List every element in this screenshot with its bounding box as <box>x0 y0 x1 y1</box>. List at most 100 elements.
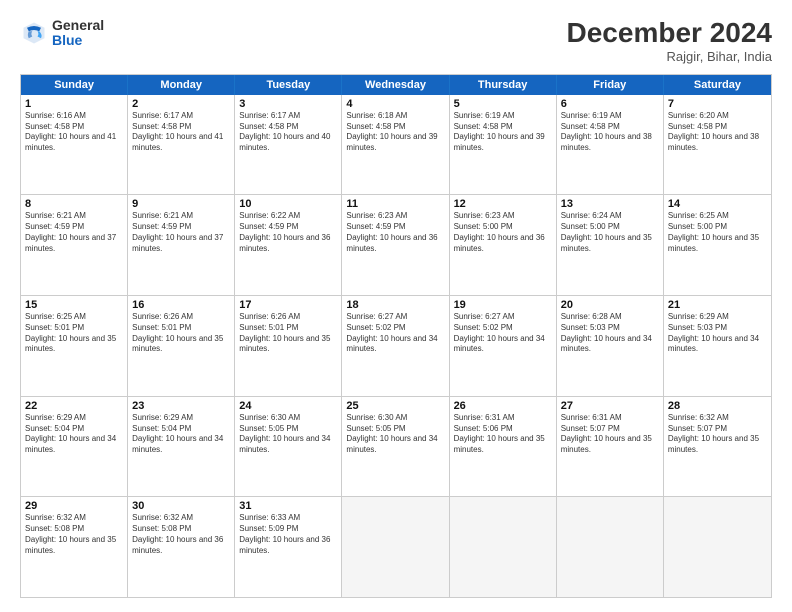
table-row: 16Sunrise: 6:26 AMSunset: 5:01 PMDayligh… <box>128 296 235 396</box>
day-number: 24 <box>239 400 337 412</box>
table-row: 5Sunrise: 6:19 AMSunset: 4:58 PMDaylight… <box>450 95 557 195</box>
day-number: 6 <box>561 98 659 110</box>
table-row: 14Sunrise: 6:25 AMSunset: 5:00 PMDayligh… <box>664 195 771 295</box>
day-number: 11 <box>346 198 444 210</box>
day-info: Sunrise: 6:27 AMSunset: 5:02 PMDaylight:… <box>346 312 444 355</box>
table-row: 25Sunrise: 6:30 AMSunset: 5:05 PMDayligh… <box>342 397 449 497</box>
day-number: 2 <box>132 98 230 110</box>
day-info: Sunrise: 6:26 AMSunset: 5:01 PMDaylight:… <box>132 312 230 355</box>
week-row-3: 15Sunrise: 6:25 AMSunset: 5:01 PMDayligh… <box>21 295 771 396</box>
table-row: 30Sunrise: 6:32 AMSunset: 5:08 PMDayligh… <box>128 497 235 597</box>
logo: General Blue <box>20 18 104 49</box>
location-subtitle: Rajgir, Bihar, India <box>567 49 772 64</box>
day-info: Sunrise: 6:30 AMSunset: 5:05 PMDaylight:… <box>346 413 444 456</box>
table-row: 11Sunrise: 6:23 AMSunset: 4:59 PMDayligh… <box>342 195 449 295</box>
day-number: 28 <box>668 400 767 412</box>
day-info: Sunrise: 6:33 AMSunset: 5:09 PMDaylight:… <box>239 513 337 556</box>
day-info: Sunrise: 6:31 AMSunset: 5:06 PMDaylight:… <box>454 413 552 456</box>
day-number: 22 <box>25 400 123 412</box>
day-number: 12 <box>454 198 552 210</box>
day-number: 10 <box>239 198 337 210</box>
day-info: Sunrise: 6:20 AMSunset: 4:58 PMDaylight:… <box>668 111 767 154</box>
header-wednesday: Wednesday <box>342 75 449 95</box>
day-number: 4 <box>346 98 444 110</box>
day-number: 30 <box>132 500 230 512</box>
day-info: Sunrise: 6:26 AMSunset: 5:01 PMDaylight:… <box>239 312 337 355</box>
day-number: 17 <box>239 299 337 311</box>
day-number: 1 <box>25 98 123 110</box>
day-number: 23 <box>132 400 230 412</box>
week-row-2: 8Sunrise: 6:21 AMSunset: 4:59 PMDaylight… <box>21 194 771 295</box>
day-info: Sunrise: 6:19 AMSunset: 4:58 PMDaylight:… <box>454 111 552 154</box>
day-info: Sunrise: 6:32 AMSunset: 5:07 PMDaylight:… <box>668 413 767 456</box>
day-info: Sunrise: 6:32 AMSunset: 5:08 PMDaylight:… <box>25 513 123 556</box>
title-block: December 2024 Rajgir, Bihar, India <box>567 18 772 64</box>
day-info: Sunrise: 6:28 AMSunset: 5:03 PMDaylight:… <box>561 312 659 355</box>
day-number: 3 <box>239 98 337 110</box>
logo-blue: Blue <box>52 33 104 48</box>
day-number: 19 <box>454 299 552 311</box>
header: General Blue December 2024 Rajgir, Bihar… <box>20 18 772 64</box>
day-info: Sunrise: 6:29 AMSunset: 5:04 PMDaylight:… <box>25 413 123 456</box>
table-row <box>450 497 557 597</box>
day-info: Sunrise: 6:31 AMSunset: 5:07 PMDaylight:… <box>561 413 659 456</box>
week-row-4: 22Sunrise: 6:29 AMSunset: 5:04 PMDayligh… <box>21 396 771 497</box>
day-number: 13 <box>561 198 659 210</box>
day-number: 27 <box>561 400 659 412</box>
table-row: 19Sunrise: 6:27 AMSunset: 5:02 PMDayligh… <box>450 296 557 396</box>
day-info: Sunrise: 6:25 AMSunset: 5:00 PMDaylight:… <box>668 211 767 254</box>
day-info: Sunrise: 6:29 AMSunset: 5:03 PMDaylight:… <box>668 312 767 355</box>
day-info: Sunrise: 6:17 AMSunset: 4:58 PMDaylight:… <box>132 111 230 154</box>
table-row: 3Sunrise: 6:17 AMSunset: 4:58 PMDaylight… <box>235 95 342 195</box>
day-number: 5 <box>454 98 552 110</box>
day-info: Sunrise: 6:25 AMSunset: 5:01 PMDaylight:… <box>25 312 123 355</box>
table-row <box>557 497 664 597</box>
day-info: Sunrise: 6:29 AMSunset: 5:04 PMDaylight:… <box>132 413 230 456</box>
day-info: Sunrise: 6:17 AMSunset: 4:58 PMDaylight:… <box>239 111 337 154</box>
day-number: 14 <box>668 198 767 210</box>
table-row: 4Sunrise: 6:18 AMSunset: 4:58 PMDaylight… <box>342 95 449 195</box>
day-number: 31 <box>239 500 337 512</box>
table-row: 2Sunrise: 6:17 AMSunset: 4:58 PMDaylight… <box>128 95 235 195</box>
day-number: 15 <box>25 299 123 311</box>
table-row: 12Sunrise: 6:23 AMSunset: 5:00 PMDayligh… <box>450 195 557 295</box>
table-row: 13Sunrise: 6:24 AMSunset: 5:00 PMDayligh… <box>557 195 664 295</box>
table-row: 15Sunrise: 6:25 AMSunset: 5:01 PMDayligh… <box>21 296 128 396</box>
day-info: Sunrise: 6:21 AMSunset: 4:59 PMDaylight:… <box>25 211 123 254</box>
day-info: Sunrise: 6:27 AMSunset: 5:02 PMDaylight:… <box>454 312 552 355</box>
header-monday: Monday <box>128 75 235 95</box>
day-number: 25 <box>346 400 444 412</box>
day-info: Sunrise: 6:24 AMSunset: 5:00 PMDaylight:… <box>561 211 659 254</box>
day-number: 7 <box>668 98 767 110</box>
table-row: 9Sunrise: 6:21 AMSunset: 4:59 PMDaylight… <box>128 195 235 295</box>
day-number: 26 <box>454 400 552 412</box>
week-row-5: 29Sunrise: 6:32 AMSunset: 5:08 PMDayligh… <box>21 496 771 597</box>
table-row: 10Sunrise: 6:22 AMSunset: 4:59 PMDayligh… <box>235 195 342 295</box>
table-row: 22Sunrise: 6:29 AMSunset: 5:04 PMDayligh… <box>21 397 128 497</box>
header-thursday: Thursday <box>450 75 557 95</box>
logo-icon <box>20 19 48 47</box>
table-row: 23Sunrise: 6:29 AMSunset: 5:04 PMDayligh… <box>128 397 235 497</box>
table-row: 17Sunrise: 6:26 AMSunset: 5:01 PMDayligh… <box>235 296 342 396</box>
page: General Blue December 2024 Rajgir, Bihar… <box>0 0 792 612</box>
day-number: 8 <box>25 198 123 210</box>
day-info: Sunrise: 6:16 AMSunset: 4:58 PMDaylight:… <box>25 111 123 154</box>
table-row: 26Sunrise: 6:31 AMSunset: 5:06 PMDayligh… <box>450 397 557 497</box>
header-tuesday: Tuesday <box>235 75 342 95</box>
day-info: Sunrise: 6:22 AMSunset: 4:59 PMDaylight:… <box>239 211 337 254</box>
table-row: 27Sunrise: 6:31 AMSunset: 5:07 PMDayligh… <box>557 397 664 497</box>
calendar-header: Sunday Monday Tuesday Wednesday Thursday… <box>21 75 771 95</box>
day-info: Sunrise: 6:18 AMSunset: 4:58 PMDaylight:… <box>346 111 444 154</box>
header-friday: Friday <box>557 75 664 95</box>
day-number: 20 <box>561 299 659 311</box>
day-info: Sunrise: 6:23 AMSunset: 5:00 PMDaylight:… <box>454 211 552 254</box>
day-info: Sunrise: 6:23 AMSunset: 4:59 PMDaylight:… <box>346 211 444 254</box>
table-row: 21Sunrise: 6:29 AMSunset: 5:03 PMDayligh… <box>664 296 771 396</box>
day-info: Sunrise: 6:19 AMSunset: 4:58 PMDaylight:… <box>561 111 659 154</box>
table-row: 1Sunrise: 6:16 AMSunset: 4:58 PMDaylight… <box>21 95 128 195</box>
table-row: 18Sunrise: 6:27 AMSunset: 5:02 PMDayligh… <box>342 296 449 396</box>
logo-text: General Blue <box>52 18 104 49</box>
table-row: 24Sunrise: 6:30 AMSunset: 5:05 PMDayligh… <box>235 397 342 497</box>
day-info: Sunrise: 6:30 AMSunset: 5:05 PMDaylight:… <box>239 413 337 456</box>
header-sunday: Sunday <box>21 75 128 95</box>
